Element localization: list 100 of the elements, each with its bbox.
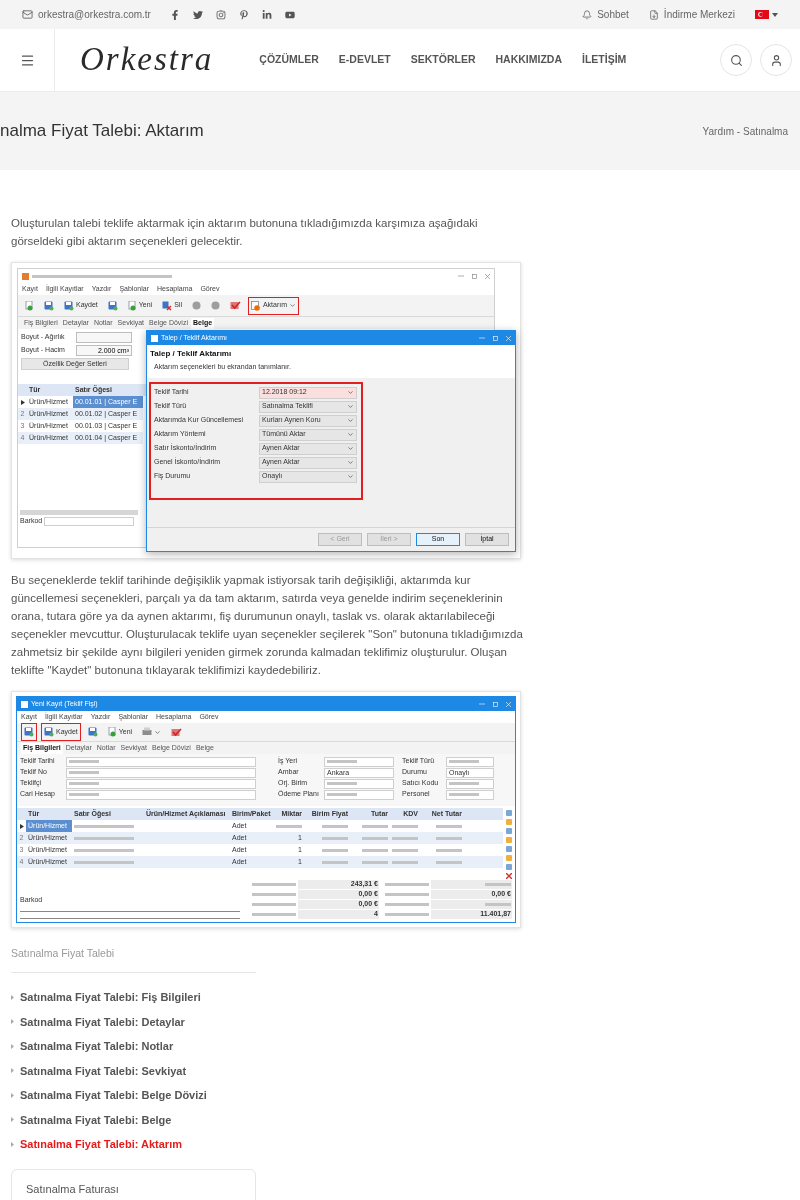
scrollbar[interactable]	[20, 510, 138, 515]
input-field[interactable]	[446, 778, 494, 789]
pinterest-icon[interactable]	[238, 9, 249, 20]
input-field[interactable]	[66, 767, 256, 778]
blurred-text-drawing	[436, 836, 462, 840]
paragraph: Oluşturulan talebi teklife aktarmak için aktarım butonuna tıkladığımızda karşımıza aşağıdaki görseldeki gibi aktarım seçenekleri gelecektir.	[11, 216, 479, 249]
caret-icon	[11, 1117, 14, 1123]
sidebar-heading: Satınalma Fiyat Talebi	[11, 947, 115, 959]
youtube-icon[interactable]	[284, 9, 295, 20]
input-field[interactable]	[324, 778, 394, 789]
nav-link[interactable]: İLETİŞİM	[582, 52, 627, 68]
blurred-text-drawing	[252, 882, 296, 886]
blurred-text-drawing	[322, 836, 348, 840]
nav-link[interactable]: ÇÖZÜMLER	[259, 52, 319, 68]
toolbar-button[interactable]	[21, 723, 37, 741]
sidebar-link[interactable]: Satınalma Fiyat Talebi: Belge	[11, 1107, 800, 1132]
top-bar-link[interactable]: Sohbet	[582, 7, 629, 22]
menu-icon[interactable]	[19, 52, 35, 68]
blurred-text-drawing	[322, 860, 348, 864]
blurred-text-drawing	[69, 782, 99, 785]
caret-icon	[11, 1068, 14, 1074]
language-selector[interactable]	[755, 10, 778, 19]
sidebar-link[interactable]: Satınalma Fiyat Talebi: Notlar	[11, 1034, 800, 1059]
delete-icon[interactable]	[506, 873, 512, 879]
caret-icon	[772, 12, 778, 17]
input-field[interactable]	[446, 789, 494, 800]
input-field[interactable]	[66, 778, 256, 789]
app-icon	[151, 334, 158, 342]
sidebar-link[interactable]: Satınalma Fiyat Talebi: Aktarım	[11, 1132, 800, 1157]
blurred-text-drawing	[252, 892, 296, 896]
sidebar-link[interactable]: Satınalma Fiyat Talebi: Sevkiyat	[11, 1058, 800, 1083]
blurred-text-drawing	[485, 882, 511, 886]
caret-icon	[11, 1019, 14, 1025]
input-field[interactable]	[76, 332, 132, 343]
input-field[interactable]	[446, 756, 494, 767]
logo[interactable]: Orkestra	[80, 35, 214, 85]
check-icon	[171, 727, 183, 737]
download-icon	[648, 9, 659, 20]
blurred-text-drawing	[485, 902, 511, 906]
input-field[interactable]	[324, 789, 394, 800]
delete-icon	[162, 300, 173, 311]
blurred-text-drawing	[392, 860, 418, 864]
blurred-text-drawing	[252, 902, 296, 906]
blurred-text-drawing	[362, 836, 388, 840]
close-icon[interactable]	[485, 273, 490, 279]
blurred-text-drawing	[74, 848, 134, 852]
linkedin-icon[interactable]	[261, 9, 272, 20]
blurred-text-drawing	[385, 882, 429, 886]
bell-icon	[582, 9, 593, 20]
caret-icon	[11, 1092, 14, 1098]
blurred-text-drawing	[436, 848, 462, 852]
blurred-text-drawing	[436, 860, 462, 864]
breadcrumb: Yardım - Satınalma	[702, 124, 788, 139]
blurred-text-drawing	[449, 782, 479, 785]
printer-icon	[142, 727, 153, 737]
nav-link[interactable]: SEKTÖRLER	[410, 52, 476, 68]
nav-link[interactable]: HAKKIMIZDA	[495, 52, 562, 68]
email-link[interactable]: orkestra@orkestra.com.tr	[38, 7, 151, 22]
blurred-text-drawing	[362, 860, 388, 864]
sidebar-link[interactable]: Satınalma Fiyat Talebi: Belge Dövizi	[11, 1083, 800, 1108]
maximize-icon[interactable]	[472, 273, 477, 279]
twitter-icon[interactable]	[192, 9, 203, 20]
document-plus-icon	[127, 300, 137, 311]
blurred-text-drawing	[327, 793, 357, 796]
app-icon	[21, 700, 28, 708]
row-pointer-icon	[19, 823, 24, 829]
input-field[interactable]	[66, 756, 256, 767]
blurred-text-drawing	[322, 824, 348, 828]
input-field[interactable]	[324, 756, 394, 767]
caret-icon	[11, 1141, 14, 1147]
circle-icon	[210, 301, 220, 310]
blurred-text-drawing	[385, 892, 429, 896]
document-plus-icon	[25, 300, 34, 311]
input-field[interactable]	[66, 789, 256, 800]
card-title: Satınalma Faturası	[26, 1182, 119, 1195]
blurred-text-drawing	[385, 912, 429, 916]
sidebar-link[interactable]: Satınalma Fiyat Talebi: Fiş Bilgileri	[11, 985, 800, 1010]
blurred-text-drawing	[69, 760, 99, 763]
user-icon	[769, 53, 783, 67]
page-title: nalma Fiyat Talebi: Aktarım	[0, 120, 204, 143]
blurred-text-drawing	[252, 912, 296, 916]
facebook-icon[interactable]	[169, 9, 180, 20]
top-bar-link[interactable]: İndirme Merkezi	[648, 7, 735, 22]
blurred-text-drawing	[69, 771, 99, 774]
blurred-text-drawing	[322, 848, 348, 852]
sidebar-link[interactable]: Satınalma Fiyat Talebi: Detaylar	[11, 1009, 800, 1034]
caret-icon	[11, 994, 14, 1000]
blurred-text-drawing	[449, 793, 479, 796]
instagram-icon[interactable]	[215, 9, 226, 20]
blurred-text-drawing	[392, 836, 418, 840]
document-plus-icon	[107, 727, 117, 737]
input-field[interactable]	[44, 516, 135, 526]
blurred-text-drawing	[74, 860, 134, 864]
nav-link[interactable]: E-DEVLET	[338, 52, 391, 68]
blurred-text-drawing	[392, 848, 418, 852]
blurred-text-drawing	[276, 824, 302, 828]
blurred-text-drawing	[327, 782, 357, 785]
blurred-text-drawing	[362, 824, 388, 828]
blurred-text-drawing	[74, 836, 134, 840]
minimize-icon[interactable]	[458, 274, 464, 278]
